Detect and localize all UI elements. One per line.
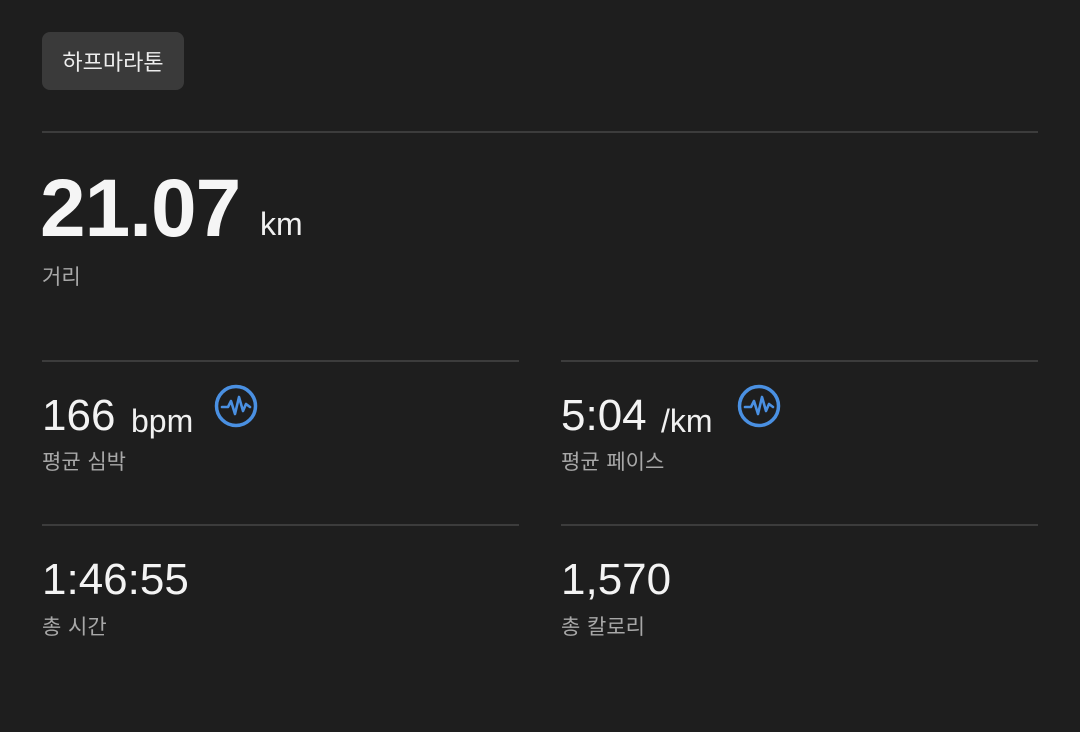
total-time-value: 1:46:55 bbox=[42, 555, 189, 604]
distance-value: 21.07 bbox=[40, 163, 241, 254]
avg-heart-rate-value: 166 bbox=[42, 391, 116, 440]
avg-heart-rate-unit: bpm bbox=[131, 403, 194, 439]
heart-rate-icon[interactable] bbox=[213, 383, 259, 429]
avg-pace-value: 5:04 bbox=[561, 391, 647, 440]
divider-left-2 bbox=[42, 524, 519, 526]
pace-info-icon[interactable] bbox=[736, 383, 782, 429]
total-calories-value: 1,570 bbox=[561, 555, 672, 604]
divider-right-1 bbox=[561, 360, 1038, 362]
total-calories-label: 총 칼로리 bbox=[561, 615, 645, 639]
avg-heart-rate-label: 평균 심박 bbox=[42, 450, 126, 474]
workout-type-chip[interactable]: 하프마라톤 bbox=[42, 32, 184, 90]
top-divider bbox=[42, 131, 1038, 133]
avg-pace-unit: /km bbox=[661, 403, 713, 439]
avg-pace-label: 평균 페이스 bbox=[561, 450, 665, 474]
workout-type-label: 하프마라톤 bbox=[62, 51, 164, 76]
total-time-label: 총 시간 bbox=[42, 615, 107, 639]
distance-unit: km bbox=[260, 206, 303, 242]
divider-right-2 bbox=[561, 524, 1038, 526]
divider-left-1 bbox=[42, 360, 519, 362]
distance-label: 거리 bbox=[42, 265, 81, 289]
